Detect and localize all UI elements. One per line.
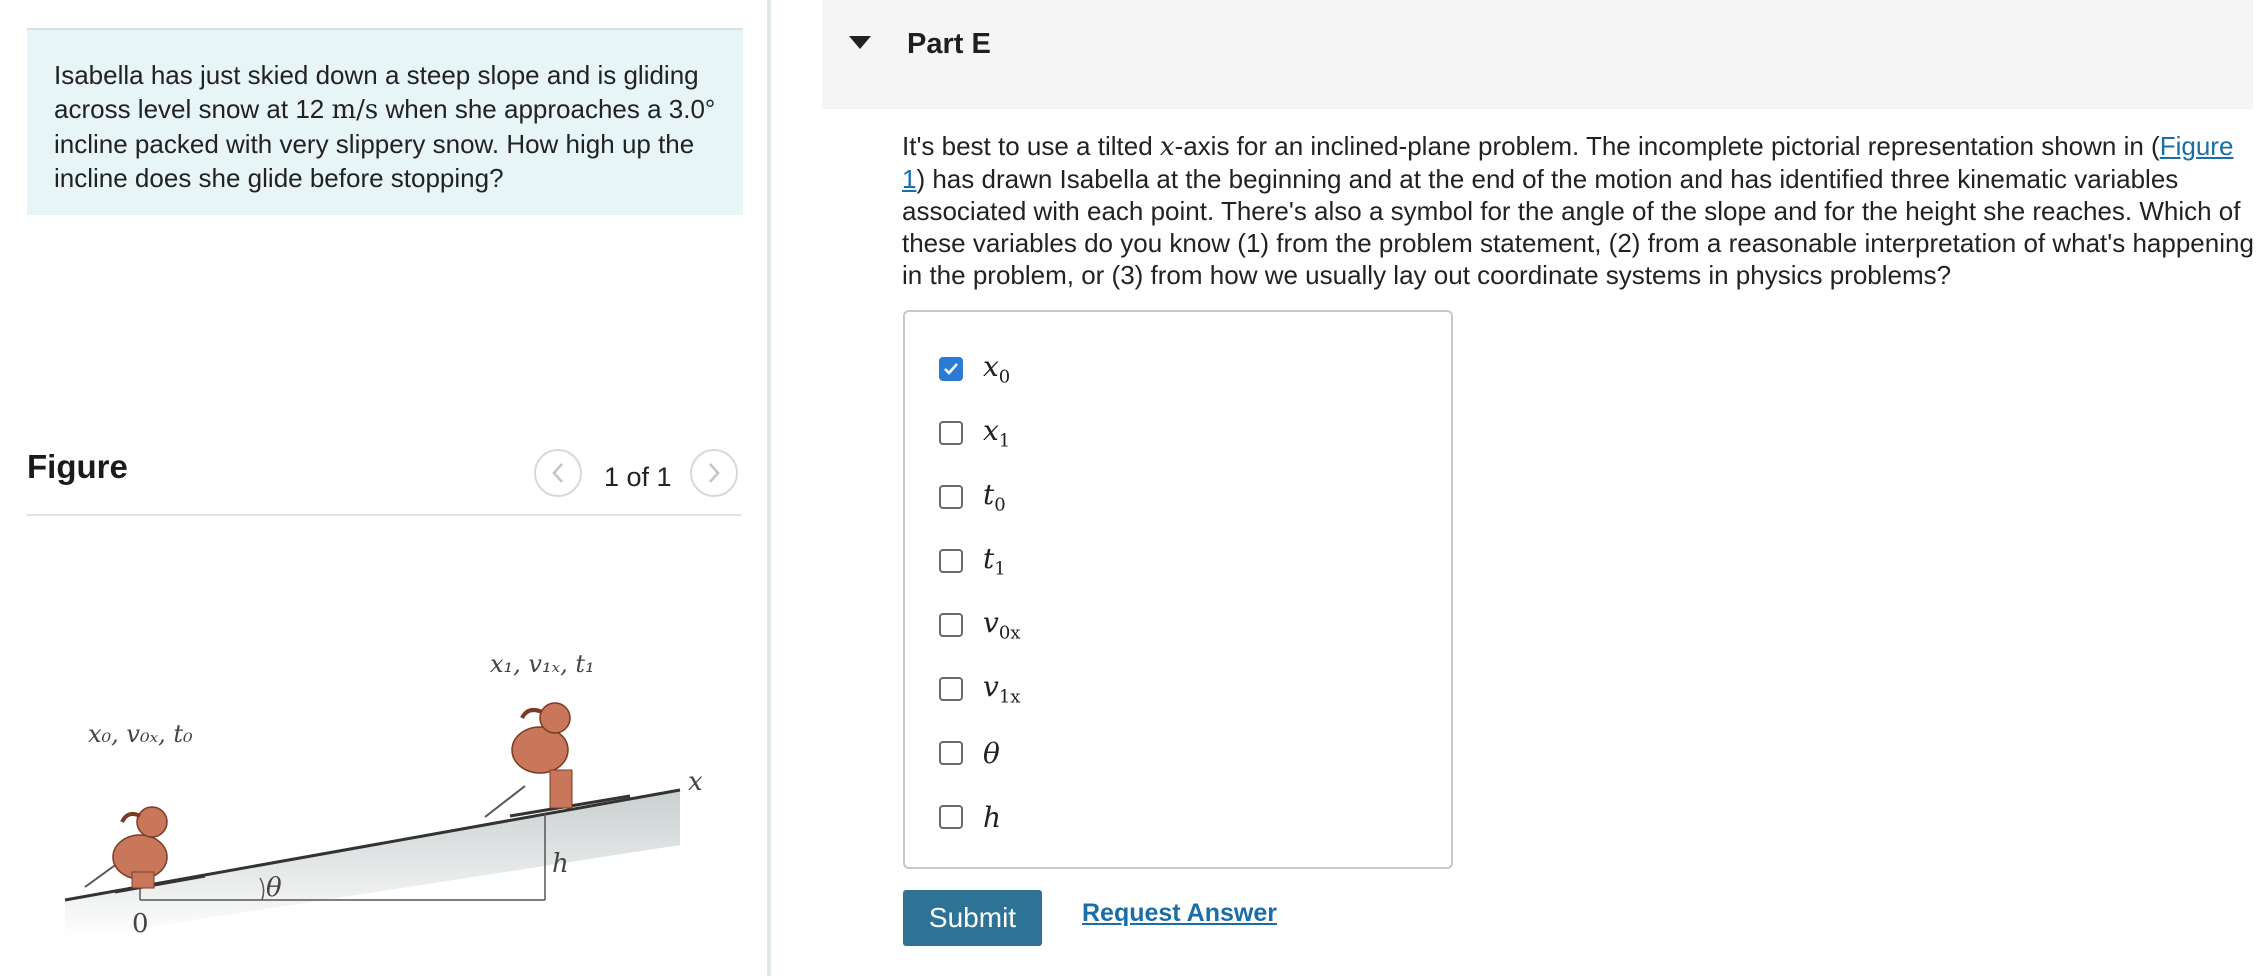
choice-label-x1: x1	[983, 414, 1011, 452]
choice-v0x[interactable]: v0x	[939, 605, 1020, 645]
checkbox-h[interactable]	[939, 805, 963, 829]
choice-label-t1: t1	[983, 542, 1006, 580]
answer-choices: x0 x1 t0 t1 v0x v1x θ h	[903, 310, 1453, 869]
choice-label-theta: θ	[983, 736, 1000, 770]
choice-t1[interactable]: t1	[939, 541, 1006, 581]
next-figure-button[interactable]	[690, 449, 738, 497]
part-title: Part E	[907, 28, 991, 60]
chevron-right-icon	[709, 463, 720, 483]
figure-pager-count: 1 of 1	[604, 462, 672, 492]
choice-x0[interactable]: x0	[939, 349, 1010, 389]
checkbox-t0[interactable]	[939, 485, 963, 509]
choice-t0[interactable]: t0	[939, 477, 1006, 517]
choice-label-t0: t0	[983, 478, 1006, 516]
start-variables-label: x₀, v₀ₓ, t₀	[88, 720, 193, 748]
collapse-caret-icon[interactable]	[849, 36, 871, 49]
request-answer-link[interactable]: Request Answer	[1082, 899, 1277, 928]
figure-divider	[27, 514, 741, 516]
prompt-text-1: It's best to use a tilted	[902, 131, 1160, 161]
skier-start	[84, 806, 206, 894]
choice-label-h: h	[983, 800, 1002, 834]
previous-figure-button[interactable]	[534, 449, 582, 497]
problem-text-3: incline packed with very slippery snow. …	[54, 129, 695, 193]
prompt-x-variable: x	[1159, 132, 1175, 162]
skier-end	[484, 702, 631, 818]
x-axis-label: x	[688, 767, 703, 797]
speed-unit: m/s	[331, 95, 379, 125]
angle-label: θ	[266, 873, 282, 903]
figure-title: Figure	[27, 448, 128, 485]
choice-h[interactable]: h	[939, 797, 1001, 837]
checkbox-x0[interactable]	[939, 357, 963, 381]
part-header[interactable]: Part E	[822, 0, 2253, 109]
choice-theta[interactable]: θ	[939, 733, 1000, 773]
incline-angle: 3.0°	[668, 94, 716, 124]
submit-button[interactable]: Submit	[903, 890, 1042, 946]
prompt-text-2: -axis for an inclined-plane problem. The…	[1174, 131, 2160, 161]
prompt-text-3: ) has drawn Isabella at the beginning an…	[902, 164, 2254, 290]
question-prompt: It's best to use a tilted x-axis for an …	[902, 130, 2256, 291]
end-variables-label: x₁, v₁ₓ, t₁	[490, 650, 595, 678]
checkbox-theta[interactable]	[939, 741, 963, 765]
origin-label: 0	[132, 909, 149, 939]
choice-v1x[interactable]: v1x	[939, 669, 1020, 709]
choice-label-x0: x0	[983, 350, 1011, 388]
checkbox-t1[interactable]	[939, 549, 963, 573]
checkbox-v0x[interactable]	[939, 613, 963, 637]
choice-label-v1x: v1x	[983, 670, 1021, 708]
height-label: h	[552, 849, 569, 879]
column-divider	[767, 0, 771, 976]
chevron-left-icon	[552, 463, 563, 483]
checkbox-x1[interactable]	[939, 421, 963, 445]
checkbox-v1x[interactable]	[939, 677, 963, 701]
problem-text-2: when she approaches a	[378, 94, 669, 124]
figure-1-incline-diagram: x₀, v₀ₓ, t₀ x₁, v₁ₓ, t₁ x 0 θ h	[64, 650, 703, 940]
choice-label-v0x: v0x	[983, 606, 1021, 644]
checkmark-icon	[944, 363, 958, 375]
problem-statement: Isabella has just skied down a steep slo…	[27, 28, 743, 215]
choice-x1[interactable]: x1	[939, 413, 1010, 453]
